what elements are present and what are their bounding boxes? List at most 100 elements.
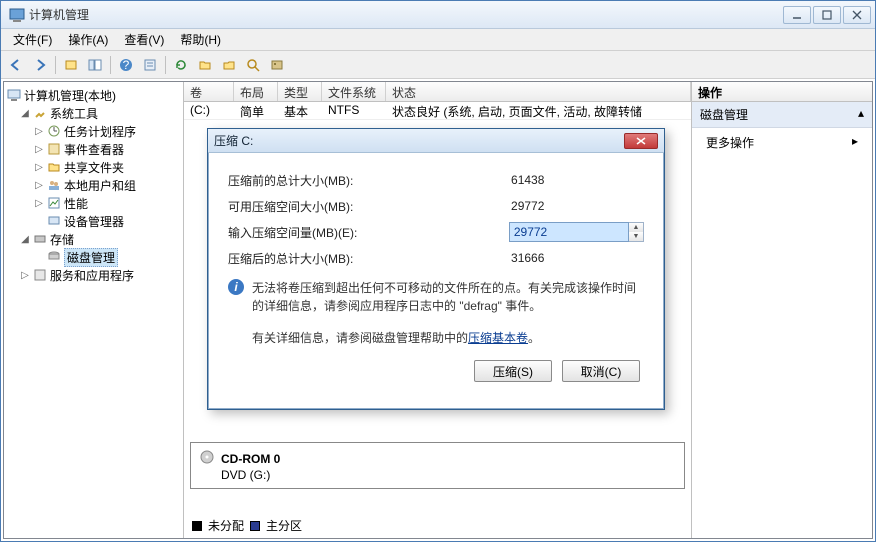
legend-unallocated-swatch	[192, 521, 202, 531]
services-icon	[32, 267, 48, 283]
menu-view[interactable]: 查看(V)	[118, 29, 170, 50]
shrink-button[interactable]: 压缩(S)	[474, 360, 552, 382]
storage-icon	[32, 231, 48, 247]
help-link[interactable]: 压缩基本卷	[468, 331, 528, 345]
users-icon	[46, 177, 62, 193]
help-tail: 。	[528, 331, 540, 345]
actions-more-label: 更多操作	[706, 134, 754, 151]
event-icon	[46, 141, 62, 157]
expand-icon[interactable]: ▷	[34, 198, 44, 209]
blank-icon	[34, 216, 44, 227]
value-size-before: 61438	[511, 173, 644, 187]
expand-icon[interactable]: ▷	[20, 270, 30, 281]
legend-primary-swatch	[250, 521, 260, 531]
actions-more[interactable]: 更多操作 ▸	[692, 128, 872, 157]
computer-icon	[6, 87, 22, 103]
disk-title: CD-ROM 0	[221, 452, 280, 466]
tree-services-apps[interactable]: ▷ 服务和应用程序	[6, 266, 181, 284]
cell-volume: (C:)	[184, 102, 234, 119]
tree-label: 性能	[64, 195, 88, 212]
toolbar: ?	[1, 51, 875, 79]
device-icon	[46, 213, 62, 229]
tree-label: 存储	[50, 231, 74, 248]
expand-icon[interactable]: ▷	[34, 162, 44, 173]
menu-file[interactable]: 文件(F)	[7, 29, 58, 50]
menu-bar: 文件(F) 操作(A) 查看(V) 帮助(H)	[1, 29, 875, 51]
label-size-before: 压缩前的总计大小(MB):	[228, 172, 437, 189]
save-button[interactable]	[218, 54, 240, 76]
back-button[interactable]	[5, 54, 27, 76]
legend: 未分配 主分区	[184, 513, 691, 538]
col-layout[interactable]: 布局	[234, 82, 278, 101]
shared-folder-icon	[46, 159, 62, 175]
tree-label: 共享文件夹	[64, 159, 124, 176]
tree-shared-folders[interactable]: ▷ 共享文件夹	[6, 158, 181, 176]
clock-icon	[46, 123, 62, 139]
refresh-button[interactable]	[170, 54, 192, 76]
minimize-button[interactable]	[783, 6, 811, 24]
expand-icon[interactable]: ▷	[34, 126, 44, 137]
collapse-icon[interactable]: ◢	[20, 108, 30, 119]
titlebar[interactable]: 计算机管理	[1, 1, 875, 29]
expand-icon[interactable]: ▷	[34, 144, 44, 155]
collapse-icon: ▴	[858, 106, 864, 123]
spinner-down-icon[interactable]: ▼	[629, 232, 643, 241]
performance-icon	[46, 195, 62, 211]
toolbar-separator	[165, 56, 166, 74]
properties-button[interactable]	[139, 54, 161, 76]
menu-help[interactable]: 帮助(H)	[174, 29, 227, 50]
collapse-icon[interactable]: ◢	[20, 234, 30, 245]
cdrom-icon	[199, 449, 215, 468]
chevron-right-icon: ▸	[852, 134, 858, 151]
close-button[interactable]	[843, 6, 871, 24]
up-button[interactable]	[60, 54, 82, 76]
tree-label: 服务和应用程序	[50, 267, 134, 284]
col-filesystem[interactable]: 文件系统	[322, 82, 386, 101]
window-title: 计算机管理	[29, 6, 783, 23]
actions-group-diskmgmt[interactable]: 磁盘管理 ▴	[692, 102, 872, 128]
forward-button[interactable]	[29, 54, 51, 76]
expand-icon[interactable]: ▷	[34, 180, 44, 191]
tree-root[interactable]: 计算机管理(本地)	[6, 86, 181, 104]
tree-system-tools[interactable]: ◢系统工具	[6, 104, 181, 122]
tree-event-viewer[interactable]: ▷事件查看器	[6, 140, 181, 158]
dialog-title: 压缩 C:	[214, 132, 624, 149]
dialog-close-button[interactable]	[624, 133, 658, 149]
volume-row[interactable]: (C:) 简单 基本 NTFS 状态良好 (系统, 启动, 页面文件, 活动, …	[184, 102, 691, 120]
value-size-after: 31666	[511, 251, 644, 265]
dialog-titlebar[interactable]: 压缩 C:	[208, 129, 664, 153]
cell-type: 基本	[278, 102, 322, 119]
disk-subtitle: DVD (G:)	[221, 468, 676, 482]
toolbar-separator	[110, 56, 111, 74]
shrink-amount-input[interactable]	[509, 222, 629, 242]
show-hide-tree-button[interactable]	[84, 54, 106, 76]
menu-action[interactable]: 操作(A)	[62, 29, 114, 50]
info-icon: i	[228, 279, 244, 295]
open-button[interactable]	[194, 54, 216, 76]
disk-icon	[46, 249, 62, 265]
help-button[interactable]: ?	[115, 54, 137, 76]
tools-icon	[32, 105, 48, 121]
tree-storage[interactable]: ◢ 存储	[6, 230, 181, 248]
find-button[interactable]	[242, 54, 264, 76]
tree-performance[interactable]: ▷ 性能	[6, 194, 181, 212]
maximize-button[interactable]	[813, 6, 841, 24]
actions-pane: 操作 磁盘管理 ▴ 更多操作 ▸	[692, 82, 872, 538]
shrink-amount-spinner[interactable]: ▲ ▼	[629, 222, 644, 242]
dialog-body: 压缩前的总计大小(MB): 61438 可用压缩空间大小(MB): 29772 …	[208, 153, 664, 392]
cell-status: 状态良好 (系统, 启动, 页面文件, 活动, 故障转储	[386, 102, 691, 119]
col-status[interactable]: 状态	[386, 82, 691, 101]
label-available-shrink: 可用压缩空间大小(MB):	[228, 198, 437, 215]
tree-local-users[interactable]: ▷本地用户和组	[6, 176, 181, 194]
settings-button[interactable]	[266, 54, 288, 76]
col-type[interactable]: 类型	[278, 82, 322, 101]
cancel-button[interactable]: 取消(C)	[562, 360, 640, 382]
navigation-tree[interactable]: 计算机管理(本地) ◢系统工具 ▷任务计划程序 ▷事件查看器 ▷ 共享文件夹 ▷本…	[4, 82, 184, 538]
tree-task-scheduler[interactable]: ▷任务计划程序	[6, 122, 181, 140]
tree-disk-management[interactable]: 磁盘管理	[6, 248, 181, 266]
tree-device-manager[interactable]: 设备管理器	[6, 212, 181, 230]
app-icon	[9, 7, 25, 23]
spinner-up-icon[interactable]: ▲	[629, 223, 643, 232]
svg-text:?: ?	[123, 58, 130, 72]
col-volume[interactable]: 卷	[184, 82, 234, 101]
